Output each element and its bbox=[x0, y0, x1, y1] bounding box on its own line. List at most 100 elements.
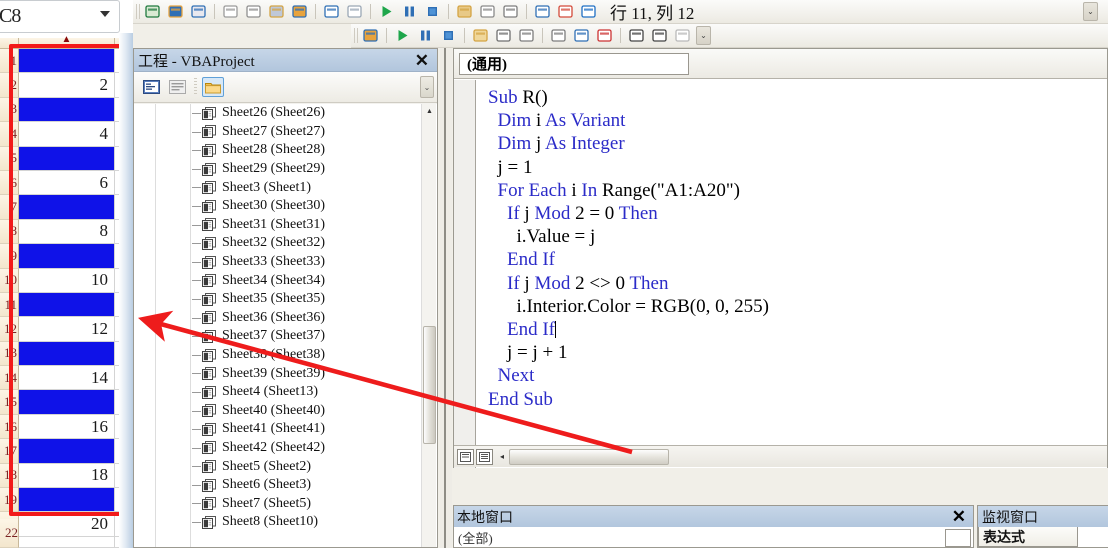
tree-item[interactable]: Sheet28 (Sheet28) bbox=[134, 141, 437, 160]
properties-window-icon[interactable] bbox=[502, 3, 519, 20]
copy-icon[interactable] bbox=[245, 3, 262, 20]
tree-item[interactable]: Sheet5 (Sheet2) bbox=[134, 457, 437, 476]
row-header[interactable]: 12 bbox=[0, 317, 19, 342]
tree-item[interactable]: Sheet34 (Sheet34) bbox=[134, 271, 437, 290]
code-editor-body[interactable]: Sub R() Dim i As Variant Dim j As Intege… bbox=[454, 80, 1107, 468]
tree-item[interactable]: Sheet35 (Sheet35) bbox=[134, 290, 437, 309]
row-header[interactable]: 9 bbox=[0, 244, 19, 269]
toggle-breakpoint-icon[interactable] bbox=[596, 27, 613, 44]
row-header[interactable]: 7 bbox=[0, 195, 19, 220]
column-header-corner[interactable] bbox=[0, 38, 19, 49]
row-header[interactable]: 6 bbox=[0, 170, 19, 196]
row-header[interactable]: 16 bbox=[0, 414, 19, 440]
locals-window-body[interactable]: (全部) bbox=[454, 527, 973, 547]
row-header[interactable]: 17 bbox=[0, 439, 19, 464]
row-header[interactable]: 3 bbox=[0, 97, 19, 123]
save-icon[interactable] bbox=[190, 3, 207, 20]
tree-item[interactable]: Sheet4 (Sheet13) bbox=[134, 383, 437, 402]
tree-item[interactable]: Sheet30 (Sheet30) bbox=[134, 197, 437, 216]
row-header[interactable]: 1 bbox=[0, 49, 19, 74]
view-code-button[interactable] bbox=[140, 77, 162, 97]
project-explorer-icon[interactable] bbox=[479, 3, 496, 20]
tree-item[interactable]: Sheet41 (Sheet41) bbox=[134, 420, 437, 439]
break-icon[interactable] bbox=[401, 3, 418, 20]
locals-window-titlebar[interactable]: 本地窗口 ✕ bbox=[454, 506, 973, 527]
tree-item[interactable]: Sheet3 (Sheet1) bbox=[134, 178, 437, 197]
run-icon[interactable] bbox=[378, 3, 395, 20]
open-folder-icon[interactable] bbox=[167, 3, 184, 20]
project-explorer-titlebar[interactable]: 工程 - VBAProject ✕ bbox=[134, 49, 437, 72]
step-into-icon[interactable] bbox=[362, 27, 379, 44]
procedure-dropdown[interactable]: (通用) bbox=[459, 52, 689, 75]
tree-item[interactable]: Sheet6 (Sheet3) bbox=[134, 476, 437, 495]
row-header[interactable]: 11 bbox=[0, 292, 19, 318]
cell-a16[interactable]: 16 bbox=[19, 414, 115, 440]
hscroll-left-arrow-icon[interactable]: ◂ bbox=[500, 452, 504, 461]
row-header[interactable]: 14 bbox=[0, 366, 19, 391]
cell-a5[interactable] bbox=[19, 146, 115, 171]
code-margin-indicator-bar[interactable] bbox=[454, 80, 476, 468]
tree-item[interactable]: Sheet33 (Sheet33) bbox=[134, 253, 437, 272]
tree-item[interactable]: Sheet39 (Sheet39) bbox=[134, 364, 437, 383]
tree-item[interactable]: Sheet7 (Sheet5) bbox=[134, 494, 437, 513]
cell-a10[interactable]: 10 bbox=[19, 268, 115, 293]
toolbar-overflow-button[interactable]: ⌄ bbox=[696, 26, 711, 45]
cell-a18[interactable]: 18 bbox=[19, 463, 115, 489]
tree-item[interactable]: Sheet26 (Sheet26) bbox=[134, 104, 437, 123]
project-tree-scrollbar[interactable]: ▲ bbox=[421, 104, 436, 547]
cell-a6[interactable]: 6 bbox=[19, 170, 115, 196]
toolbar-grip[interactable] bbox=[136, 4, 140, 19]
row-header[interactable]: 4 bbox=[0, 122, 19, 147]
full-module-view-icon[interactable] bbox=[476, 448, 493, 465]
cell-a3[interactable] bbox=[19, 97, 115, 123]
cell-a9[interactable] bbox=[19, 244, 115, 269]
worksheet-grid[interactable]: ▲ 1 2 2 3 4 4 5 6 6 7 8 8 9 10 10 11 12 12 13 14 14 15 16 16 17 1… bbox=[0, 34, 133, 548]
close-icon[interactable]: ✕ bbox=[411, 52, 433, 69]
row-header[interactable]: 5 bbox=[0, 146, 19, 171]
undo-icon[interactable] bbox=[323, 3, 340, 20]
project-tree[interactable]: Sheet26 (Sheet26) Sheet27 (Sheet27) Sheet2… bbox=[134, 104, 437, 547]
row-header[interactable]: 18 bbox=[0, 463, 19, 489]
find-icon[interactable] bbox=[291, 3, 308, 20]
tree-item[interactable]: Sheet32 (Sheet32) bbox=[134, 234, 437, 253]
tree-item[interactable]: Sheet8 (Sheet10) bbox=[134, 513, 437, 532]
watch-window-body[interactable]: 表达式 bbox=[978, 527, 1108, 547]
view-object-button[interactable] bbox=[166, 77, 188, 97]
close-icon[interactable]: ✕ bbox=[948, 507, 970, 527]
row-header[interactable]: 15 bbox=[0, 390, 19, 415]
hscrollbar-thumb[interactable] bbox=[509, 448, 670, 465]
scrollbar-thumb[interactable] bbox=[423, 326, 436, 444]
cell-a11[interactable] bbox=[19, 292, 115, 318]
cell-a8[interactable]: 8 bbox=[19, 219, 115, 245]
cell-a2[interactable]: 2 bbox=[19, 73, 115, 98]
tree-item[interactable]: Sheet40 (Sheet40) bbox=[134, 402, 437, 421]
toolbar-grip[interactable] bbox=[354, 28, 358, 43]
reset-icon[interactable] bbox=[424, 3, 441, 20]
help-icon[interactable] bbox=[580, 3, 597, 20]
row-header[interactable]: 19 bbox=[0, 488, 19, 513]
uncomment-block-icon[interactable] bbox=[651, 27, 668, 44]
tree-item[interactable]: Sheet42 (Sheet42) bbox=[134, 439, 437, 458]
cell-a12[interactable]: 12 bbox=[19, 317, 115, 342]
excel-return-icon[interactable] bbox=[144, 3, 161, 20]
cell-a7[interactable] bbox=[19, 195, 115, 220]
design-mode-icon[interactable] bbox=[456, 3, 473, 20]
tree-item[interactable]: Sheet37 (Sheet37) bbox=[134, 327, 437, 346]
tree-item[interactable]: Sheet38 (Sheet38) bbox=[134, 346, 437, 365]
procedure-view-icon[interactable] bbox=[457, 448, 474, 465]
toggle-folders-button[interactable] bbox=[202, 77, 224, 97]
cell-a15[interactable] bbox=[19, 390, 115, 415]
row-header[interactable]: 2 bbox=[0, 73, 19, 98]
row-header[interactable]: 22 bbox=[0, 519, 19, 548]
call-stack-icon[interactable] bbox=[573, 27, 590, 44]
scroll-up-arrow-icon[interactable]: ▲ bbox=[422, 104, 437, 118]
tree-item[interactable]: Sheet36 (Sheet36) bbox=[134, 309, 437, 328]
bookmark-icon[interactable] bbox=[674, 27, 691, 44]
locals-call-stack-button[interactable] bbox=[945, 529, 971, 547]
cell-a17[interactable] bbox=[19, 439, 115, 464]
redo-icon[interactable] bbox=[346, 3, 363, 20]
row-header[interactable]: 13 bbox=[0, 341, 19, 367]
column-header-a[interactable]: ▲ bbox=[19, 34, 115, 49]
break-icon[interactable] bbox=[417, 27, 434, 44]
cell-a14[interactable]: 14 bbox=[19, 366, 115, 391]
